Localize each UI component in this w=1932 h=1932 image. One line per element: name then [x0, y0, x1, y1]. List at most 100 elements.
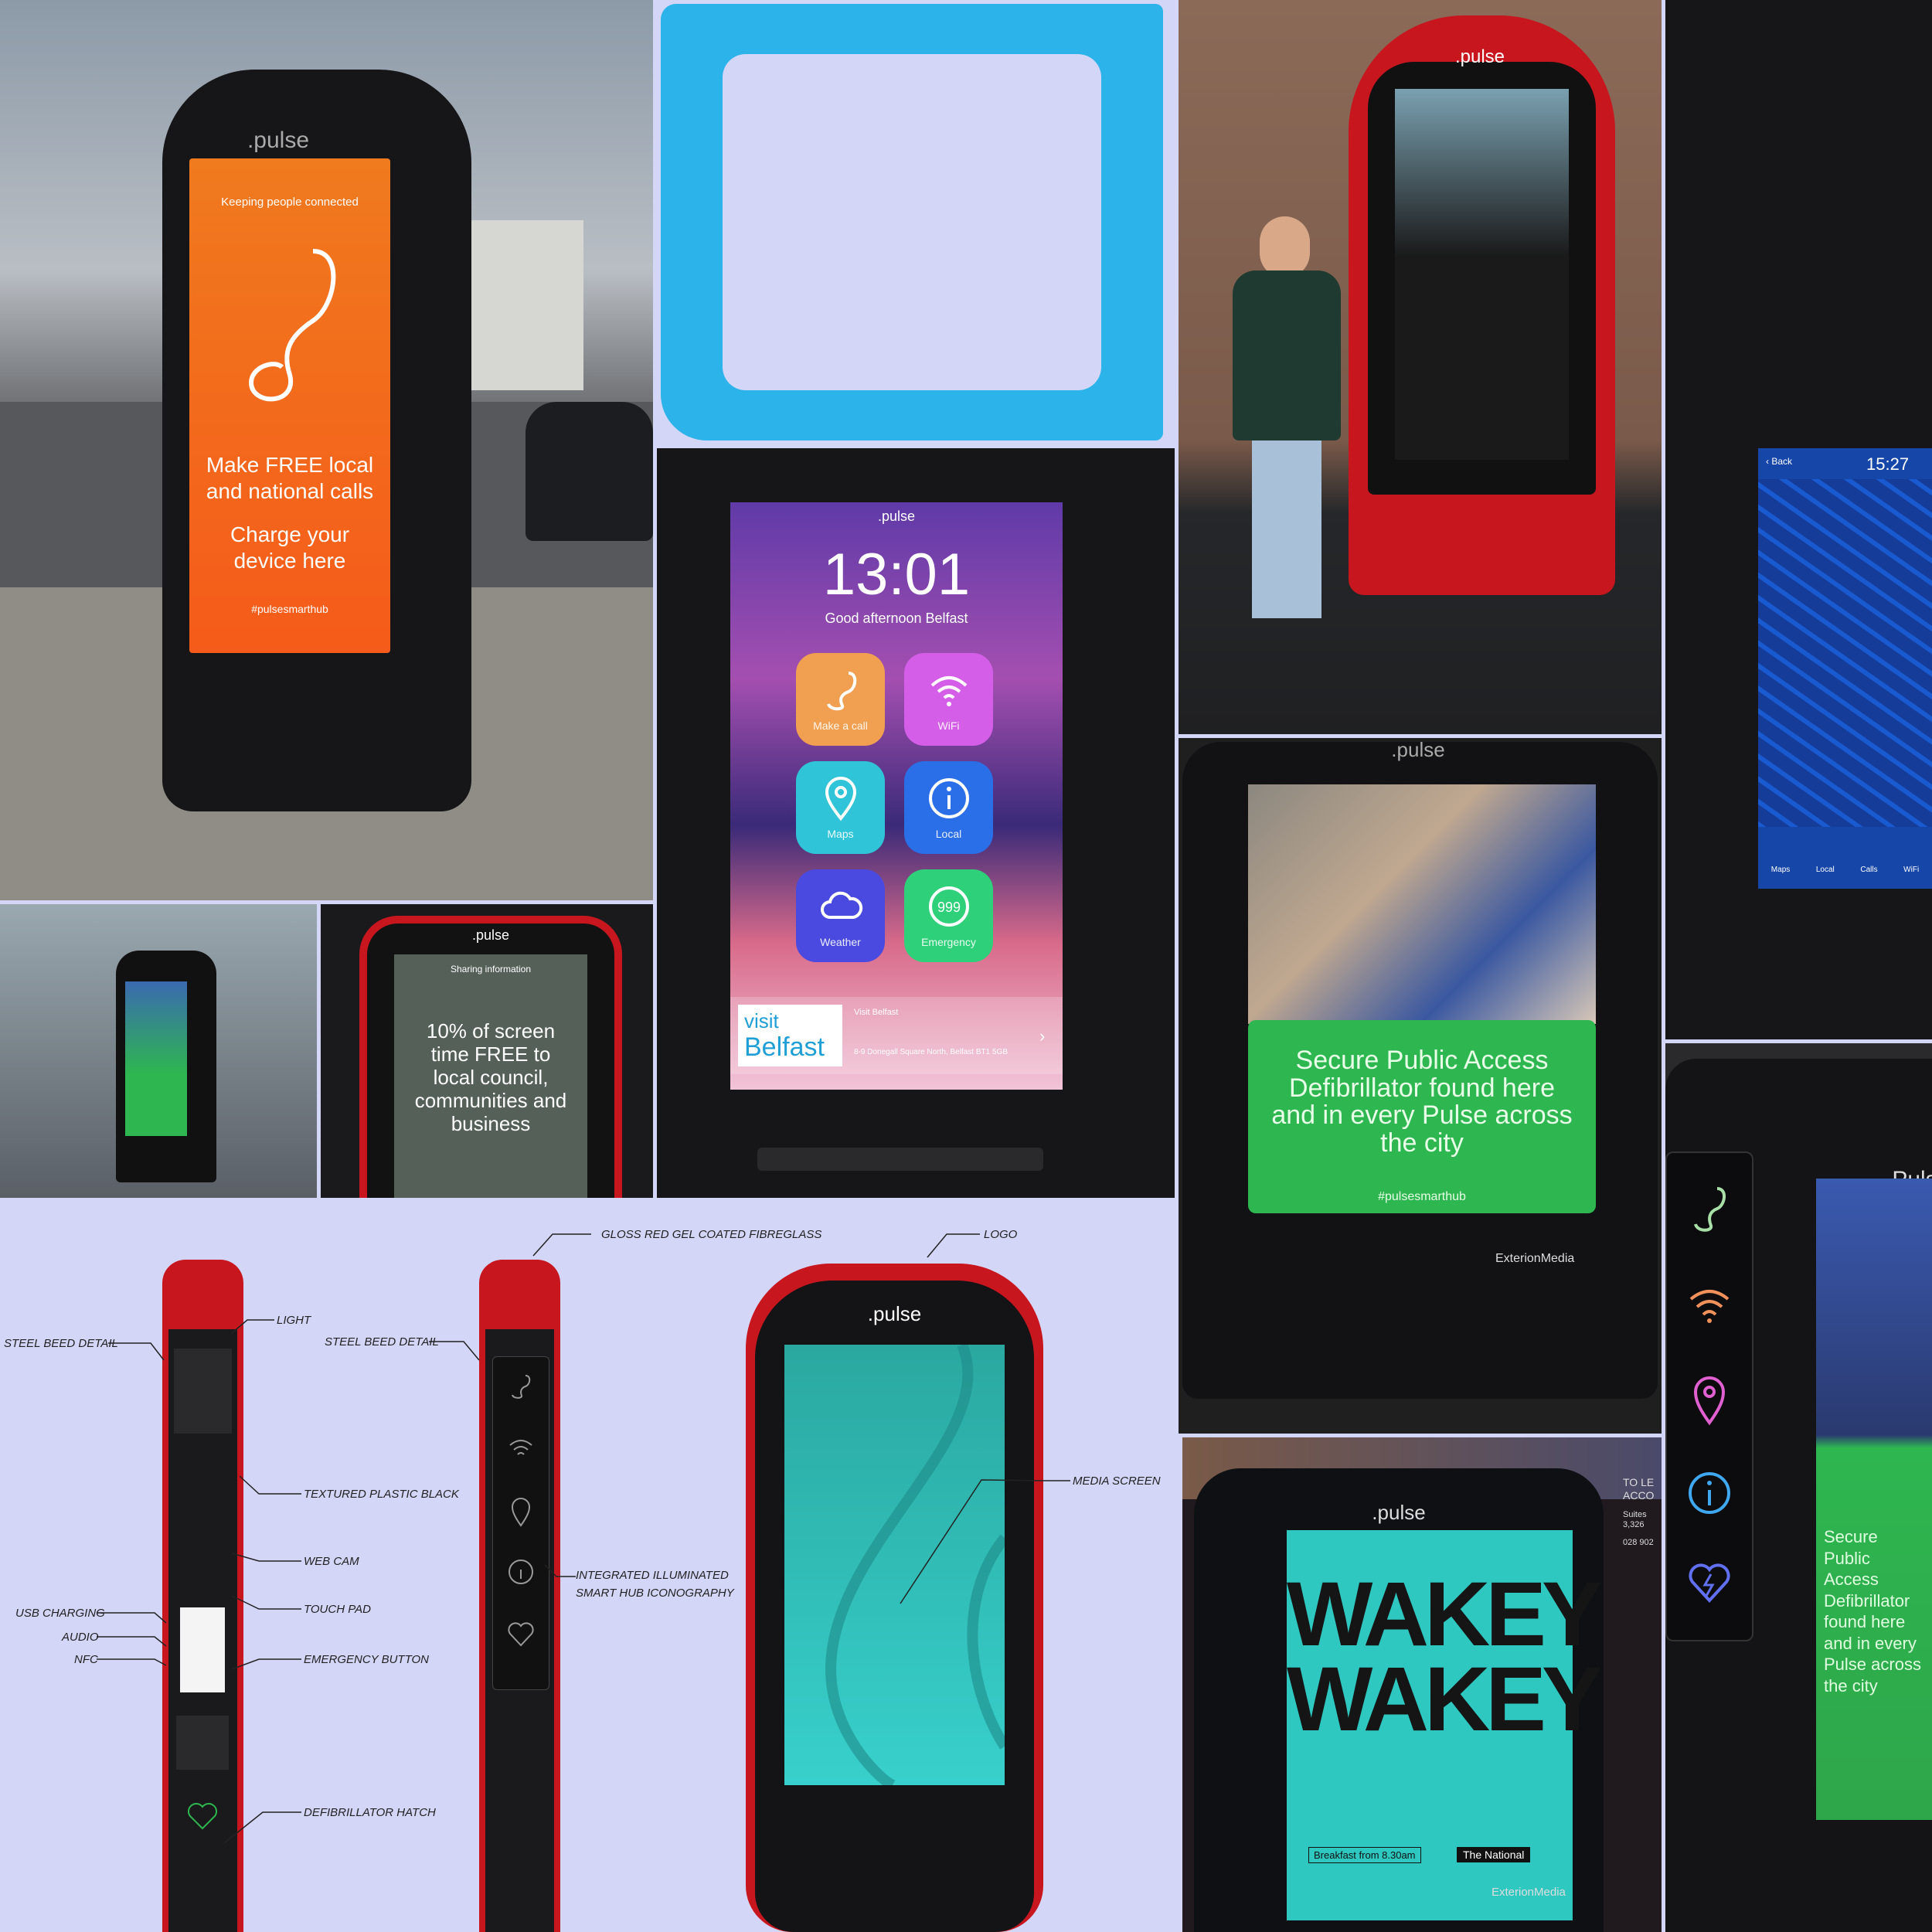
- defib-hashtag: #pulsesmarthub: [1378, 1190, 1466, 1203]
- cloud-icon: [820, 891, 862, 919]
- sharing-screen: Sharing information 10% of screen time F…: [394, 954, 587, 1198]
- prototype-kiosk: .pulse: [1349, 15, 1615, 595]
- kiosk-hashtag: #pulsesmarthub: [251, 603, 328, 615]
- sharing-body: 10% of screen time FREE to local council…: [414, 1019, 567, 1135]
- photo-sharing-information: .pulse Sharing information 10% of screen…: [321, 904, 653, 1198]
- wakey-bg-sign: TO LE ACCO Suites 3,326 028 902: [1623, 1476, 1662, 1548]
- photo-street-kiosk: .pulse Keeping people connected Make FRE…: [0, 0, 653, 900]
- defib-media: ExterionMedia: [1495, 1252, 1575, 1265]
- weather-label: Weather: [820, 936, 861, 948]
- make-call-button[interactable]: Make a call: [796, 653, 885, 746]
- emergency-button[interactable]: 999 Emergency: [904, 869, 993, 962]
- banner-visit: visit: [744, 1009, 779, 1032]
- emergency-label: Emergency: [921, 936, 976, 948]
- wifi-icon: [930, 676, 967, 706]
- make-call-label: Make a call: [813, 719, 868, 732]
- map-area[interactable]: [1758, 479, 1932, 827]
- visit-belfast-banner[interactable]: visit Belfast Visit Belfast 8-9 Donegall…: [730, 997, 1063, 1074]
- wakey-brand: .pulse: [1372, 1501, 1426, 1524]
- banner-address: 8-9 Donegall Square North, Belfast BT1 5…: [854, 1048, 1008, 1056]
- side-text: Secure Public Access Defibrillator found…: [1824, 1527, 1921, 1696]
- label-touchpad: TOUCH PAD: [304, 1603, 371, 1616]
- map-nav: Maps Local Calls WiFi: [1758, 835, 1932, 881]
- photo-small-street: [0, 904, 317, 1198]
- defib-brand: .pulse: [1391, 738, 1445, 761]
- emergency-999-icon: 999: [928, 886, 969, 927]
- sharing-brand: .pulse: [471, 927, 510, 943]
- map-nav-local[interactable]: Local: [1816, 866, 1835, 881]
- label-defib: DEFIBRILLATOR HATCH: [304, 1806, 436, 1819]
- building: [468, 220, 583, 390]
- label-textured: TEXTURED PLASTIC BLACK: [304, 1488, 459, 1501]
- wakey-footer-left: Breakfast from 8.30am: [1308, 1847, 1421, 1863]
- map-back-label: Back: [1771, 456, 1793, 467]
- photo-home-screen: .pulse 13:01 Good afternoon Belfast Make…: [657, 448, 1175, 1198]
- photo-defibrillator-ad: .pulse Secure Public Access Defibrillato…: [1179, 738, 1662, 1434]
- leader-lines: [97, 1233, 1070, 1844]
- local-label: Local: [935, 828, 962, 840]
- maps-label: Maps: [827, 828, 854, 840]
- map-time: 15:27: [1866, 454, 1910, 474]
- map-pin-icon: [825, 777, 856, 821]
- label-media: MEDIA SCREEN: [1073, 1475, 1161, 1488]
- map-nav-wifi[interactable]: WiFi: [1903, 866, 1919, 881]
- banner-city: Belfast: [744, 1032, 825, 1062]
- kiosk-subline: Charge your device here: [230, 522, 350, 573]
- phone-icon: [826, 672, 856, 711]
- maps-button[interactable]: Maps: [796, 761, 885, 854]
- map-back-button[interactable]: ‹ Back: [1766, 456, 1792, 467]
- wakey-sign-line-2: Suites 3,326: [1623, 1509, 1647, 1529]
- label-usb: USB CHARGING: [15, 1607, 105, 1620]
- kiosk-headline: Make FREE local and national calls: [206, 453, 374, 503]
- person: [1217, 216, 1356, 618]
- home-time: 13:01: [822, 542, 971, 607]
- wifi-icon: [1689, 1290, 1730, 1323]
- label-light: LIGHT: [277, 1314, 311, 1327]
- defib-photo: [1248, 784, 1596, 1024]
- weather-button[interactable]: Weather: [796, 869, 885, 962]
- wakey-line2: WAKEY: [1287, 1648, 1603, 1750]
- photo-prototype: .pulse: [1179, 0, 1662, 734]
- svg-text:999: 999: [937, 900, 960, 915]
- map-nav-calls[interactable]: Calls: [1860, 866, 1877, 881]
- wakey-media: ExterionMedia: [1492, 1886, 1566, 1899]
- wakey-footer-right: The National: [1457, 1847, 1531, 1862]
- phone-icon: [220, 236, 359, 421]
- kiosk-orange-screen: Keeping people connected Make FREE local…: [189, 158, 390, 653]
- wifi-button[interactable]: WiFi: [904, 653, 993, 746]
- map-screen: ‹ Back 15:27 Maps Local Calls WiFi: [1758, 448, 1932, 889]
- wakey-line1: WAKEY: [1287, 1563, 1603, 1665]
- label-smart: SMART HUB ICONOGRAPHY: [576, 1587, 734, 1600]
- label-gloss: GLOSS RED GEL COATED FIBREGLASS: [601, 1228, 822, 1241]
- home-screen: .pulse 13:01 Good afternoon Belfast Make…: [730, 502, 1063, 1090]
- photo-wakey-wakey: .pulse WAKEY WAKEY Breakfast from 8.30am…: [1182, 1437, 1662, 1932]
- design-diagram: .pulse STEEL BEED DETAIL LIGHT TEXTURED …: [0, 1202, 1179, 1932]
- wakey-screen: WAKEY WAKEY Breakfast from 8.30am The Na…: [1287, 1530, 1603, 1920]
- wakey-sign-line-3: 028 902: [1623, 1537, 1654, 1547]
- defib-green-panel: Secure Public Access Defibrillator found…: [1248, 1020, 1596, 1213]
- label-steel-beed-1: STEEL BEED DETAIL: [4, 1337, 118, 1350]
- label-logo: LOGO: [984, 1228, 1018, 1241]
- photo-map-screen: ‹ Back 15:27 Maps Local Calls WiFi: [1665, 0, 1932, 1039]
- label-audio: AUDIO: [62, 1631, 99, 1644]
- sharing-header: Sharing information: [450, 964, 532, 975]
- speaker-grille: [757, 1148, 1043, 1171]
- info-icon: [1689, 1472, 1730, 1514]
- label-integrated: INTEGRATED ILLUMINATED: [576, 1569, 729, 1582]
- side-screen: Secure Public Access Defibrillator found…: [1816, 1179, 1932, 1820]
- blue-frame-icon: [657, 0, 1167, 444]
- photo-side-panel: .Pulse Secure Public Access Defibrillato…: [1665, 1043, 1932, 1932]
- heart-defibrillator-icon: [1689, 1563, 1730, 1603]
- side-icon-strip: [1665, 1151, 1753, 1641]
- info-icon: [928, 778, 969, 818]
- defib-body: Secure Public Access Defibrillator found…: [1271, 1046, 1573, 1158]
- wakey-sign-line-1: TO LE ACCO: [1623, 1476, 1655, 1502]
- prototype-brand: .pulse: [1454, 46, 1505, 67]
- local-button[interactable]: Local: [904, 761, 993, 854]
- label-webcam: WEB CAM: [304, 1555, 359, 1568]
- map-nav-maps[interactable]: Maps: [1771, 866, 1790, 881]
- map-pin-icon: [1693, 1376, 1726, 1426]
- chevron-right-icon[interactable]: ›: [1039, 1026, 1045, 1046]
- home-greeting: Good afternoon Belfast: [825, 611, 968, 626]
- car: [526, 402, 653, 541]
